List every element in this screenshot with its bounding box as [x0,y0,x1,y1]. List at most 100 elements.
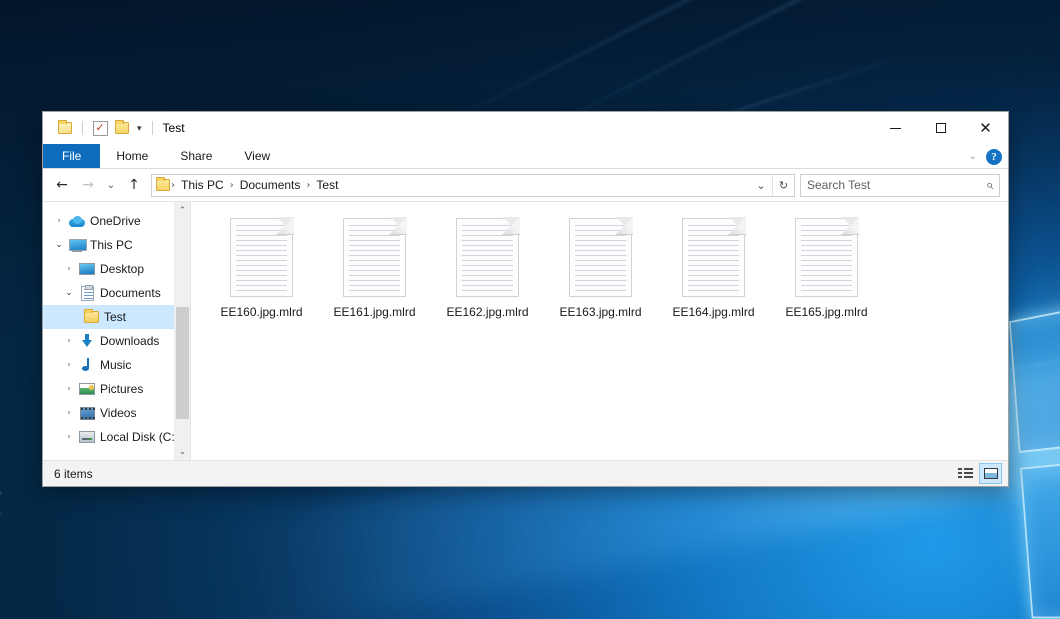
disk-icon [77,431,97,443]
recent-locations-button[interactable]: ⌄ [101,173,121,197]
forward-button[interactable]: → [75,173,101,197]
item-count-label: 6 items [54,467,93,481]
file-name: EE160.jpg.mlrd [217,304,305,320]
file-item[interactable]: EE164.jpg.mlrd [657,216,770,320]
chevron-right-icon[interactable]: › [61,384,77,394]
back-button[interactable]: ← [49,173,75,197]
sidebar-item-onedrive[interactable]: › OneDrive [43,209,190,233]
tab-file[interactable]: File [43,144,100,168]
onedrive-icon [67,216,87,227]
sidebar-item-label: Desktop [97,262,144,276]
chevron-down-icon[interactable]: ⌄ [750,175,772,196]
generic-document-icon [569,218,632,297]
details-view-button[interactable] [954,463,977,484]
close-icon: ✕ [979,121,992,136]
windows-logo [1009,280,1060,619]
chevron-down-icon[interactable]: ⌄ [61,288,77,298]
downloads-icon [77,334,97,348]
new-folder-icon[interactable] [111,117,133,139]
chevron-right-icon[interactable]: › [61,432,77,442]
file-name: EE165.jpg.mlrd [782,304,870,320]
sidebar-item-music[interactable]: › Music [43,353,190,377]
file-item[interactable]: EE161.jpg.mlrd [318,216,431,320]
help-icon[interactable]: ? [986,149,1002,165]
breadcrumb-test[interactable]: Test [311,175,343,196]
tab-share[interactable]: Share [164,144,228,168]
folder-tree: › OneDrive ⌄ This PC › Desktop ⌄ [43,202,190,449]
divider [82,121,83,135]
chevron-down-icon[interactable]: ⌄ [969,151,977,162]
scrollbar-track[interactable] [175,219,190,443]
tab-home[interactable]: Home [100,144,164,168]
properties-icon[interactable]: ✓ [89,117,111,139]
close-button[interactable]: ✕ [963,112,1008,144]
large-icons-view-button[interactable] [979,463,1002,484]
file-name: EE163.jpg.mlrd [556,304,644,320]
documents-icon [77,286,97,301]
address-bar-row: ← → ⌄ ↑ › This PC › Documents › Test ⌄ ↻… [43,169,1008,201]
minimize-button[interactable] [873,112,918,144]
generic-document-icon [682,218,745,297]
sidebar-item-this-pc[interactable]: ⌄ This PC [43,233,190,257]
sidebar-item-desktop[interactable]: › Desktop [43,257,190,281]
sidebar-item-label: OneDrive [87,214,141,228]
sidebar-item-label: Pictures [97,382,143,396]
maximize-icon [936,123,946,133]
folder-icon[interactable] [54,117,76,139]
tab-view[interactable]: View [228,144,286,168]
chevron-right-icon[interactable]: › [61,360,77,370]
chevron-right-icon[interactable]: › [51,216,67,226]
status-bar: 6 items [43,460,1008,486]
maximize-button[interactable] [918,112,963,144]
chevron-right-icon[interactable]: › [61,264,77,274]
ribbon-tabs: File Home Share View ⌄ ? [43,144,1008,169]
sidebar-item-pictures[interactable]: › Pictures [43,377,190,401]
details-view-icon [958,468,973,480]
scroll-up-button[interactable]: ⌃ [175,202,190,219]
scroll-down-button[interactable]: ⌄ [175,443,190,460]
sidebar-scrollbar[interactable]: ⌃ ⌄ [174,202,190,460]
large-icons-view-icon [984,468,998,479]
sidebar-item-label: Test [101,310,126,324]
file-item[interactable]: EE163.jpg.mlrd [544,216,657,320]
chevron-down-icon[interactable]: ⌄ [51,240,67,250]
videos-icon [77,407,97,420]
this-pc-icon [67,239,87,252]
search-icon[interactable]: ⌕ [986,178,993,193]
chevron-right-icon[interactable]: › [61,408,77,418]
explorer-body: › OneDrive ⌄ This PC › Desktop ⌄ [43,201,1008,460]
sidebar-item-videos[interactable]: › Videos [43,401,190,425]
music-icon [77,358,97,372]
file-item[interactable]: EE160.jpg.mlrd [205,216,318,320]
sidebar-item-documents[interactable]: ⌄ Documents [43,281,190,305]
sidebar-item-downloads[interactable]: › Downloads [43,329,190,353]
logo-pane [1009,305,1060,453]
folder-icon [156,179,170,191]
scrollbar-thumb[interactable] [176,307,189,419]
sidebar-item-label: Downloads [97,334,159,348]
generic-document-icon [795,218,858,297]
address-bar-actions: ⌄ ↻ [750,175,794,196]
sidebar-item-local-disk[interactable]: › Local Disk (C:) [43,425,190,449]
view-toggle-group [954,463,1002,484]
chevron-down-icon[interactable]: ▾ [133,124,146,133]
desktop-icon [77,263,97,275]
title-bar[interactable]: ✓ ▾ Test ✕ [43,112,1008,144]
file-item[interactable]: EE165.jpg.mlrd [770,216,883,320]
up-button[interactable]: ↑ [121,173,147,197]
generic-document-icon [343,218,406,297]
window-controls: ✕ [873,112,1008,144]
breadcrumb-this-pc[interactable]: This PC [176,175,229,196]
search-input[interactable] [807,178,986,192]
chevron-right-icon[interactable]: › [61,336,77,346]
file-list-pane[interactable]: EE160.jpg.mlrd EE161.jpg.mlrd EE162.jpg.… [191,202,1008,460]
sidebar-item-test[interactable]: Test [43,305,190,329]
window-title: Test [163,121,185,135]
file-item[interactable]: EE162.jpg.mlrd [431,216,544,320]
address-bar[interactable]: › This PC › Documents › Test ⌄ ↻ [151,174,795,197]
sidebar-item-label: Documents [97,286,161,300]
breadcrumb-documents[interactable]: Documents [235,175,306,196]
file-name: EE164.jpg.mlrd [669,304,757,320]
refresh-icon[interactable]: ↻ [772,175,794,196]
search-box[interactable]: ⌕ [800,174,1000,197]
